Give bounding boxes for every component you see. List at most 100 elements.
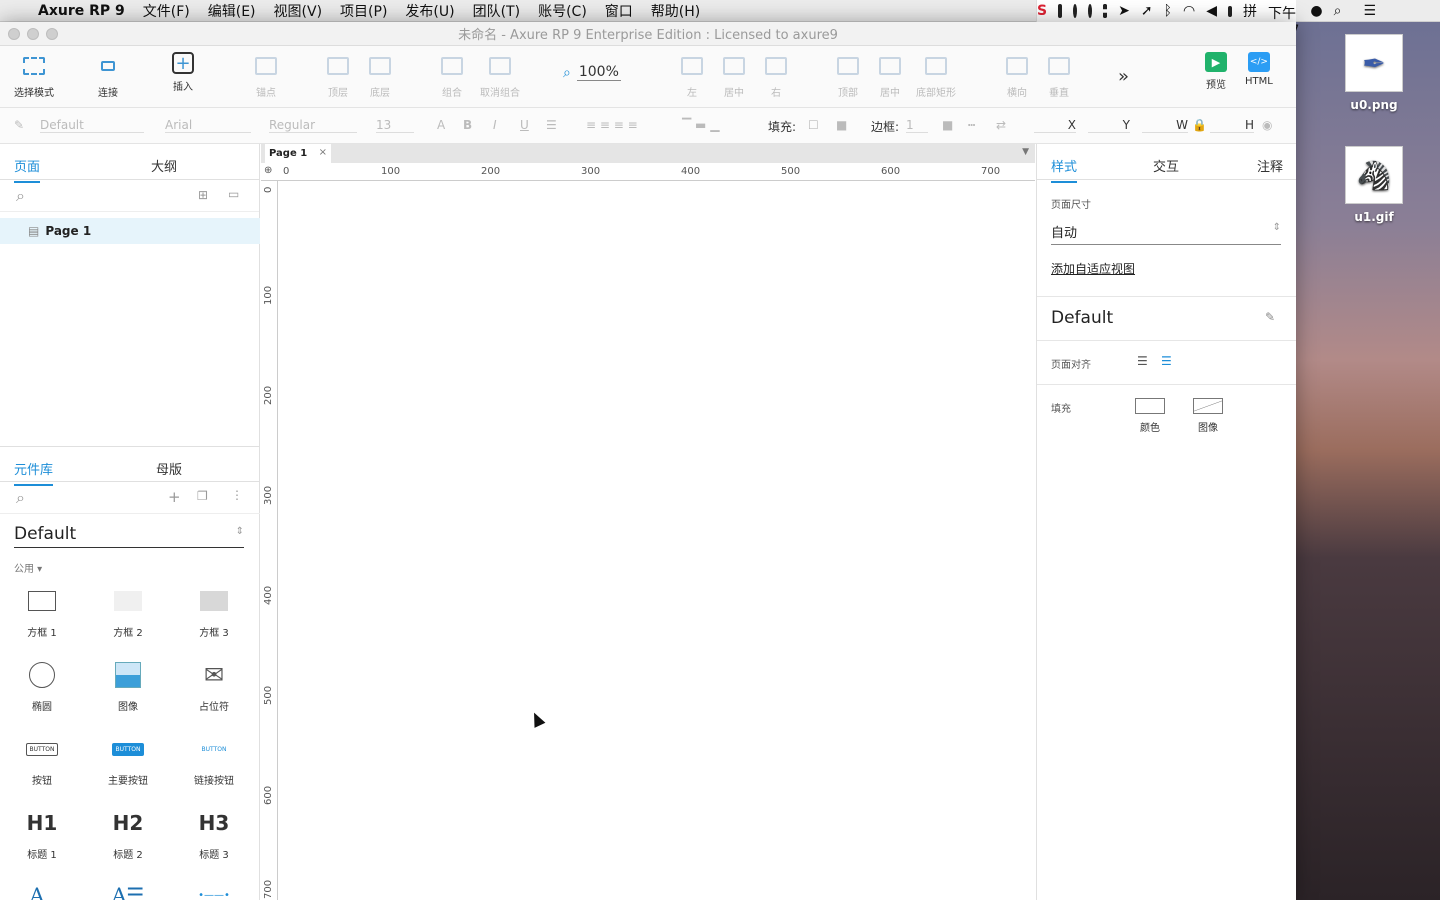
desktop-file-u0[interactable]: ✒ u0.png xyxy=(1334,34,1414,112)
align-center-page-icon[interactable]: ☰ xyxy=(1161,354,1172,368)
widget-ellipse[interactable]: 椭圆 xyxy=(2,660,82,713)
add-library-icon[interactable]: + xyxy=(168,488,181,506)
w-input[interactable]: W xyxy=(1142,118,1188,133)
widget-line[interactable]: •——• xyxy=(174,880,254,900)
search-icon[interactable]: ⌕ xyxy=(1334,3,1342,19)
group-button[interactable]: 组合 xyxy=(438,52,466,99)
tab-dropdown-icon[interactable]: ▼ xyxy=(1022,147,1029,157)
menu-team[interactable]: 团队(T) xyxy=(464,1,529,21)
border-width-input[interactable]: 1 xyxy=(906,118,928,133)
align-left-button[interactable]: 左 xyxy=(678,52,706,99)
insert-button[interactable]: + 插入 xyxy=(172,52,194,93)
widget-heading-2[interactable]: H2 标题 2 xyxy=(88,808,168,861)
doc-tab-page-1[interactable]: Page 1 × xyxy=(265,144,331,163)
zoom-value[interactable]: 100% xyxy=(576,64,621,81)
bluetooth-icon[interactable]: ᛒ xyxy=(1164,3,1172,19)
border-style-icon[interactable]: ┅ xyxy=(968,118,975,132)
align-bottom-button[interactable]: 底部矩形 xyxy=(916,52,956,99)
menu-publish[interactable]: 发布(U) xyxy=(396,1,463,21)
fill-color-button[interactable]: 颜色 xyxy=(1135,398,1165,434)
font-select[interactable]: Arial xyxy=(165,118,251,133)
widget-box-3[interactable]: 方框 3 xyxy=(174,586,254,639)
lock-icon[interactable]: 🔒 xyxy=(1192,118,1207,132)
align-center-button[interactable]: 居中 xyxy=(720,52,748,99)
widget-placeholder[interactable]: ✉ 占位符 xyxy=(174,660,254,713)
fill-color-icon[interactable]: ☐ xyxy=(808,118,819,132)
menu-view[interactable]: 视图(V) xyxy=(265,1,332,21)
select-mode-button[interactable]: 选择模式 xyxy=(14,52,54,99)
add-folder-icon[interactable]: ▭ xyxy=(228,187,239,201)
hex-icon[interactable] xyxy=(1088,4,1093,18)
connect-button[interactable]: 连接 xyxy=(94,52,122,99)
edit-style-icon[interactable]: ✎ xyxy=(1265,310,1275,324)
h-input[interactable]: H xyxy=(1210,118,1254,133)
page-size-select[interactable]: 自动 ⇕ xyxy=(1051,222,1281,245)
screenshot-icon[interactable] xyxy=(1103,4,1108,18)
text-align-icon[interactable]: ≡ ≡ ≡ ≡ xyxy=(586,118,638,132)
notification-icon[interactable]: ☰ xyxy=(1363,3,1376,19)
widget-heading-3[interactable]: H3 标题 3 xyxy=(174,808,254,861)
style-select[interactable]: Default xyxy=(40,118,144,133)
widget-box-2[interactable]: 方框 2 xyxy=(88,586,168,639)
library-search-icon[interactable]: ⌕ xyxy=(16,488,25,508)
preview-button[interactable]: ▶ 预览 xyxy=(1205,52,1227,91)
library-menu-icon[interactable]: ⋮ xyxy=(231,488,243,502)
design-canvas[interactable] xyxy=(279,182,1035,900)
underline-icon[interactable]: U xyxy=(520,118,529,132)
user-icon[interactable]: ● xyxy=(1310,3,1322,19)
tab-outline[interactable]: 大纲 xyxy=(151,156,177,175)
font-color-icon[interactable]: A xyxy=(437,118,445,132)
points-button[interactable]: 锚点 xyxy=(252,52,280,99)
menu-edit[interactable]: 编辑(E) xyxy=(199,1,265,21)
x-input[interactable]: X xyxy=(1034,118,1076,133)
tab-masters[interactable]: 母版 xyxy=(156,459,182,478)
size-select[interactable]: 13 xyxy=(376,118,414,133)
html-button[interactable]: </> HTML xyxy=(1245,52,1273,87)
widget-image[interactable]: 图像 xyxy=(88,660,168,713)
send-icon[interactable]: ➤ xyxy=(1118,3,1130,19)
add-adaptive-view-link[interactable]: 添加自适应视图 xyxy=(1051,260,1135,277)
tab-interaction[interactable]: 交互 xyxy=(1153,156,1179,175)
fill-image-button[interactable]: 图像 xyxy=(1193,398,1223,434)
align-left-page-icon[interactable]: ☰ xyxy=(1137,354,1148,368)
volume-icon[interactable]: ◀ xyxy=(1206,3,1217,19)
minimize-button[interactable] xyxy=(27,28,39,40)
widget-text-label[interactable]: A_ xyxy=(2,880,82,900)
italic-icon[interactable]: I xyxy=(493,118,497,132)
display-icon[interactable] xyxy=(1058,4,1063,18)
widget-box-1[interactable]: 方框 1 xyxy=(2,586,82,639)
widget-paragraph[interactable]: A☰ xyxy=(88,880,168,900)
visibility-icon[interactable]: ◉ xyxy=(1262,118,1272,132)
menu-project[interactable]: 项目(P) xyxy=(331,1,396,21)
distribute-h-button[interactable]: 横向 xyxy=(1003,52,1031,99)
ungroup-button[interactable]: 取消组合 xyxy=(480,52,520,99)
weight-select[interactable]: Regular xyxy=(269,118,357,133)
border-color-icon[interactable]: ■ xyxy=(942,118,953,132)
zoom-control[interactable]: ⌕ 100% xyxy=(563,64,621,81)
tab-style[interactable]: 样式 xyxy=(1051,156,1078,183)
menu-account[interactable]: 账号(C) xyxy=(529,1,596,21)
bring-top-button[interactable]: 顶层 xyxy=(324,52,352,99)
wifi-icon[interactable]: ◠ xyxy=(1183,3,1195,19)
library-copy-icon[interactable]: ❐ xyxy=(197,489,208,503)
menu-file[interactable]: 文件(F) xyxy=(134,1,199,21)
y-input[interactable]: Y xyxy=(1088,118,1130,133)
more-icon[interactable]: » xyxy=(1118,66,1129,87)
page-item[interactable]: ▤ Page 1 xyxy=(0,218,260,244)
battery-icon[interactable] xyxy=(1227,5,1232,17)
download-icon[interactable] xyxy=(1073,4,1078,18)
menu-window[interactable]: 窗口 xyxy=(596,1,642,21)
widget-primary-button[interactable]: BUTTON 主要按钮 xyxy=(88,734,168,787)
vertical-align-icon[interactable]: ▔ ▬ ▁ xyxy=(682,118,719,132)
arrow-style-icon[interactable]: ⇄ xyxy=(996,118,1006,132)
library-select[interactable]: Default ⇕ xyxy=(14,524,244,548)
menu-help[interactable]: 帮助(H) xyxy=(642,1,709,21)
widget-heading-1[interactable]: H1 标题 1 xyxy=(2,808,82,861)
list-icon[interactable]: ☰ xyxy=(546,118,557,132)
widget-button[interactable]: BUTTON 按钮 xyxy=(2,734,82,787)
widget-group-label[interactable]: 公用 ▾ xyxy=(14,560,42,575)
location-icon[interactable]: ➚ xyxy=(1141,3,1153,19)
tab-pages[interactable]: 页面 xyxy=(14,156,41,183)
bold-icon[interactable]: B xyxy=(463,118,472,132)
zoom-button[interactable] xyxy=(46,28,58,40)
